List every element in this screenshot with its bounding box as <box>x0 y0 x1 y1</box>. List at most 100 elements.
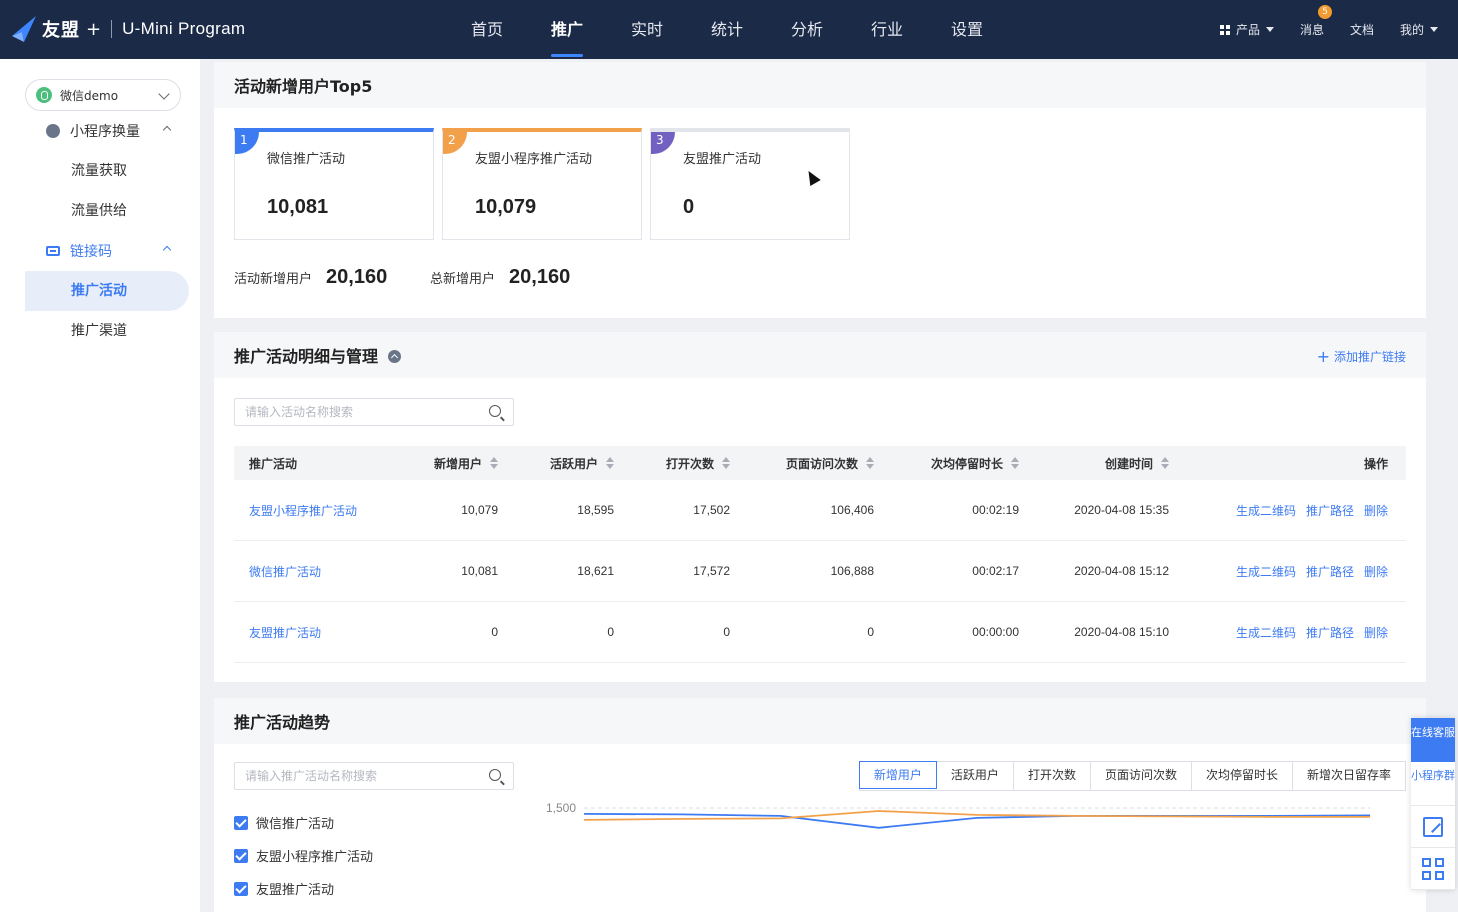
nav-analysis[interactable]: 分析 <box>767 0 847 59</box>
tab-avg-stay[interactable]: 次均停留时长 <box>1191 762 1293 790</box>
sort-icon[interactable] <box>606 457 614 469</box>
tab-next-day-retention[interactable]: 新增次日留存率 <box>1292 762 1405 790</box>
promo-path-link[interactable]: 推广路径 <box>1306 502 1354 519</box>
activity-name-link[interactable]: 友盟小程序推广活动 <box>249 504 357 518</box>
sidebar-item-promo-channel[interactable]: 推广渠道 <box>25 311 189 351</box>
nav-home[interactable]: 首页 <box>447 0 527 59</box>
generate-qrcode-link[interactable]: 生成二维码 <box>1236 624 1296 641</box>
activity-filter-list: 微信推广活动 友盟小程序推广活动 友盟推广活动 <box>234 806 373 905</box>
sort-icon[interactable] <box>1161 457 1169 469</box>
activity-checkbox-item[interactable]: 友盟小程序推广活动 <box>234 839 373 872</box>
tab-new-users[interactable]: 新增用户 <box>858 761 937 789</box>
nav-realtime[interactable]: 实时 <box>607 0 687 59</box>
app-selector[interactable]: 微信demo <box>25 79 181 111</box>
col-open-count[interactable]: 打开次数 <box>614 455 730 472</box>
tab-open-count[interactable]: 打开次数 <box>1013 762 1091 790</box>
edit-icon <box>1423 816 1443 837</box>
table-row: 友盟推广活动 0 0 0 0 00:00:00 2020-04-08 15:10… <box>234 602 1406 663</box>
nav-industry[interactable]: 行业 <box>847 0 927 59</box>
sidebar-item-traffic-supply[interactable]: 流量供给 <box>25 191 189 231</box>
sidebar-group-traffic-exchange[interactable]: 小程序换量 <box>0 113 200 149</box>
table-header: 推广活动 新增用户 活跃用户 打开次数 页面访问次数 次均停留时长 创建时间 操… <box>234 446 1406 480</box>
qrcode-button[interactable] <box>1411 848 1455 890</box>
tab-active-users[interactable]: 活跃用户 <box>936 762 1014 790</box>
sort-icon[interactable] <box>866 457 874 469</box>
online-service-button[interactable]: 在线客服 <box>1411 718 1455 762</box>
total-new-users-label: 总新增用户 <box>430 272 496 287</box>
sidebar-item-traffic-acquire[interactable]: 流量获取 <box>25 151 189 191</box>
rank-badge: 2 <box>443 132 467 154</box>
y-tick-label: 1,500 <box>546 801 576 815</box>
col-created[interactable]: 创建时间 <box>1019 455 1169 472</box>
cell-open-count: 0 <box>723 625 730 639</box>
col-new-users[interactable]: 新增用户 <box>384 455 498 472</box>
checkbox-checked-icon[interactable] <box>234 848 248 863</box>
docs-link[interactable]: 文档 <box>1350 21 1374 38</box>
messages-link[interactable]: 消息 5 <box>1299 5 1332 38</box>
products-menu[interactable]: 产品 <box>1219 21 1274 38</box>
add-promo-link-button[interactable]: + 添加推广链接 <box>1317 348 1406 365</box>
cell-active-users: 18,595 <box>577 503 614 517</box>
link-code-icon <box>46 246 60 256</box>
delete-link[interactable]: 删除 <box>1364 563 1388 580</box>
activity-checkbox-label: 友盟小程序推广活动 <box>256 850 374 865</box>
checkbox-checked-icon[interactable] <box>234 815 248 830</box>
brand-name: 友盟 <box>42 20 80 41</box>
promo-path-link[interactable]: 推广路径 <box>1306 563 1354 580</box>
delete-link[interactable]: 删除 <box>1364 502 1388 519</box>
wechat-mini-program-icon <box>36 87 52 103</box>
activity-checkbox-label: 微信推广活动 <box>256 817 335 832</box>
cell-avg-stay: 00:02:19 <box>972 503 1019 517</box>
col-avg-stay[interactable]: 次均停留时长 <box>874 455 1019 472</box>
sort-icon[interactable] <box>1011 457 1019 469</box>
chevron-down-icon <box>158 88 170 100</box>
sort-icon[interactable] <box>722 457 730 469</box>
top5-card-1[interactable]: 1 微信推广活动 10,081 <box>234 128 434 240</box>
feedback-button[interactable] <box>1411 806 1455 848</box>
chevron-up-icon <box>162 245 172 255</box>
nav-promotion[interactable]: 推广 <box>527 0 607 59</box>
total-new-users-value: 20,160 <box>509 266 571 288</box>
tab-page-views[interactable]: 页面访问次数 <box>1090 762 1192 790</box>
sidebar-group-link-code[interactable]: 链接码 <box>0 233 200 269</box>
products-label: 产品 <box>1235 23 1260 37</box>
messages-label: 消息 <box>1299 23 1324 37</box>
delete-link[interactable]: 删除 <box>1364 624 1388 641</box>
card-value: 10,081 <box>267 196 329 218</box>
generate-qrcode-link[interactable]: 生成二维码 <box>1236 563 1296 580</box>
col-active-users[interactable]: 活跃用户 <box>498 455 614 472</box>
sidebar-item-promo-activity[interactable]: 推广活动 <box>25 271 189 311</box>
total-new-users: 总新增用户 20,160 <box>430 266 570 289</box>
activity-search-input[interactable] <box>235 399 475 425</box>
app-selector-value: 微信demo <box>60 88 119 103</box>
col-label: 创建时间 <box>1104 456 1153 471</box>
activity-checkbox-item[interactable]: 友盟推广活动 <box>234 872 373 905</box>
activity-name-link[interactable]: 微信推广活动 <box>249 565 321 579</box>
activity-name-link[interactable]: 友盟推广活动 <box>249 626 321 640</box>
card-value: 0 <box>683 196 695 218</box>
search-icon[interactable] <box>489 769 501 781</box>
trend-search-input[interactable] <box>235 763 475 789</box>
activity-new-users-label: 活动新增用户 <box>234 272 313 287</box>
collapse-icon[interactable] <box>388 349 402 363</box>
nav-statistics[interactable]: 统计 <box>687 0 767 59</box>
col-page-views[interactable]: 页面访问次数 <box>730 455 874 472</box>
top-right-menu: 产品 消息 5 文档 我的 <box>1194 0 1438 59</box>
generate-qrcode-link[interactable]: 生成二维码 <box>1236 502 1296 519</box>
floating-help-bar: 在线客服 小程序群 <box>1411 718 1455 890</box>
nav-settings[interactable]: 设置 <box>927 0 1007 59</box>
panel-header: 推广活动明细与管理 + 添加推广链接 <box>214 332 1426 378</box>
search-icon[interactable] <box>489 405 501 417</box>
cell-new-users: 0 <box>491 625 498 639</box>
metric-tabs: 新增用户 活跃用户 打开次数 页面访问次数 次均停留时长 新增次日留存率 <box>858 761 1406 791</box>
mini-program-group-button[interactable]: 小程序群 <box>1411 762 1455 806</box>
activity-checkbox-item[interactable]: 微信推广活动 <box>234 806 373 839</box>
promo-path-link[interactable]: 推广路径 <box>1306 624 1354 641</box>
sort-icon[interactable] <box>490 457 498 469</box>
top5-card-3[interactable]: 3 友盟推广活动 0 <box>650 128 850 240</box>
col-label: 打开次数 <box>665 456 714 471</box>
account-menu[interactable]: 我的 <box>1400 21 1438 38</box>
brand-logo[interactable]: 友盟 + U-Mini Program <box>10 12 245 46</box>
checkbox-checked-icon[interactable] <box>234 881 248 896</box>
top5-card-2[interactable]: 2 友盟小程序推广活动 10,079 <box>442 128 642 240</box>
